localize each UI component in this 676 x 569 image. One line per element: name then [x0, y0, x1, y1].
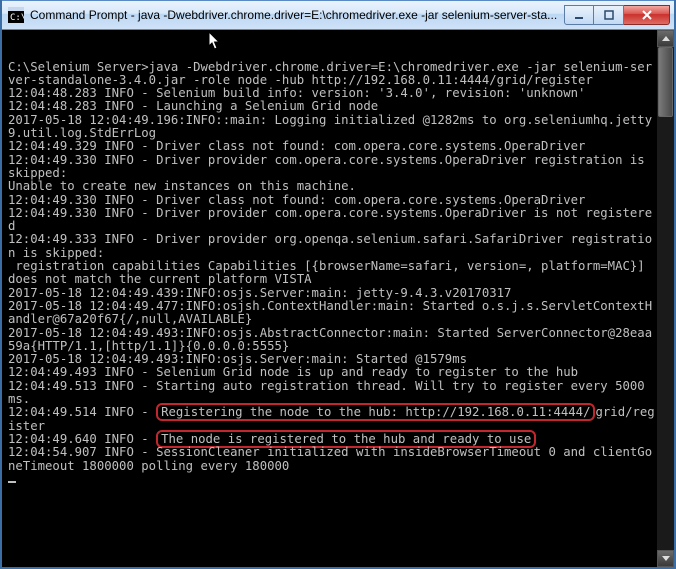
scroll-thumb[interactable] [658, 47, 673, 117]
log-line: 12:04:48.283 INFO - Launching a Selenium… [8, 99, 378, 113]
log-line: 12:04:49.329 INFO - Driver class not fou… [8, 139, 585, 153]
log-line: 2017-05-18 12:04:49.477:INFO:osjsh.Conte… [8, 299, 652, 326]
scroll-up-button[interactable] [657, 30, 674, 47]
log-line: 12:04:48.283 INFO - Selenium build info:… [8, 86, 585, 100]
log-line: 12:04:49.493 INFO - Selenium Grid node i… [8, 365, 578, 379]
text-cursor [8, 481, 16, 483]
log-line: 2017-05-18 12:04:49.493:INFO:osjs.Server… [8, 352, 467, 366]
log-line: 2017-05-18 12:04:49.196:INFO::main: Logg… [8, 113, 652, 140]
cmd-icon: C:\ [8, 7, 24, 23]
log-line: Unable to create new instances on this m… [8, 179, 356, 193]
log-line: 12:04:49.330 INFO - Driver class not fou… [8, 193, 585, 207]
log-line: 12:04:54.907 INFO - SessionCleaner initi… [8, 445, 652, 472]
log-line-prefix: 12:04:49.514 INFO - [8, 405, 156, 419]
maximize-button[interactable] [594, 5, 624, 25]
close-button[interactable] [624, 5, 670, 25]
log-line-prefix: 12:04:49.640 INFO - [8, 432, 156, 446]
log-line: 12:04:49.513 INFO - Starting auto regist… [8, 379, 652, 406]
blank-line [8, 46, 15, 60]
terminal-output: C:\Selenium Server>java -Dwebdriver.chro… [2, 30, 657, 567]
log-line: 12:04:49.330 INFO - Driver provider com.… [8, 153, 652, 180]
client-area: C:\Selenium Server>java -Dwebdriver.chro… [2, 30, 674, 567]
scroll-track[interactable] [657, 47, 674, 550]
log-line: 2017-05-18 12:04:49.439:INFO:osjs.Server… [8, 286, 511, 300]
log-line: registration capabilities Capabilities [… [8, 259, 652, 286]
titlebar[interactable]: C:\ Command Prompt - java -Dwebdriver.ch… [2, 0, 674, 30]
window-title: Command Prompt - java -Dwebdriver.chrome… [30, 8, 564, 22]
log-line: 12:04:49.333 INFO - Driver provider org.… [8, 232, 652, 259]
vertical-scrollbar[interactable] [657, 30, 674, 567]
highlight-registering: Registering the node to the hub: http://… [156, 403, 595, 421]
log-line: 12:04:49.330 INFO - Driver provider com.… [8, 206, 652, 233]
minimize-button[interactable] [564, 5, 594, 25]
log-line: 2017-05-18 12:04:49.493:INFO:osjs.Abstra… [8, 326, 652, 353]
scroll-down-button[interactable] [657, 550, 674, 567]
prompt: C:\Selenium Server> [8, 60, 149, 74]
window-controls [564, 5, 670, 25]
svg-text:C:\: C:\ [10, 13, 24, 23]
